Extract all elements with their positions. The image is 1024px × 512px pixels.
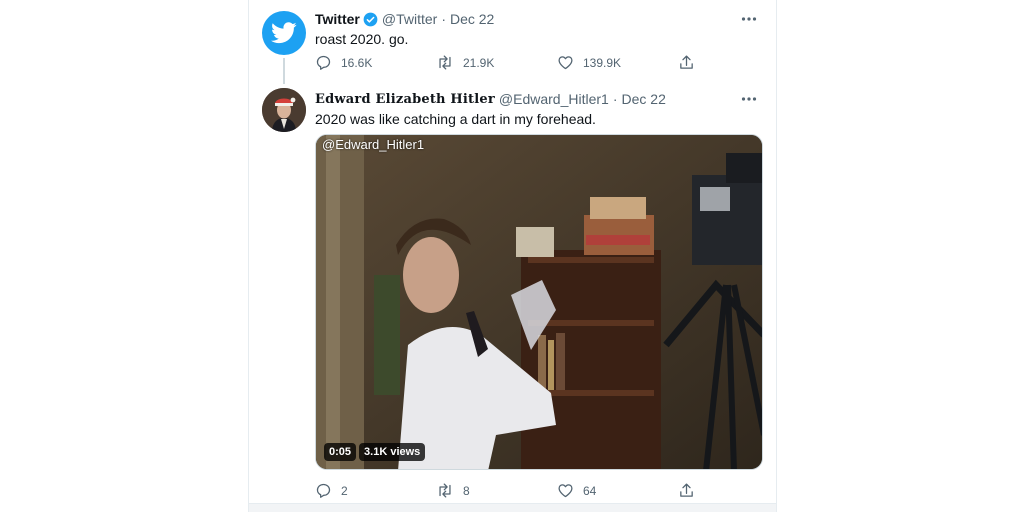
- retweet-button[interactable]: 21.9K: [436, 54, 557, 71]
- timeline-divider: [249, 503, 776, 512]
- video-frame: [316, 135, 762, 469]
- verified-badge-icon: [363, 12, 378, 27]
- retweet-count: 8: [463, 483, 470, 498]
- tweet-header: 𝐄𝐝𝐰𝐚𝐫𝐝 𝐄𝐥𝐢𝐳𝐚𝐛𝐞𝐭𝐡 𝐇𝐢𝐭𝐥𝐞𝐫 @Edward_Hitler1 …: [315, 90, 762, 108]
- share-icon: [680, 483, 693, 497]
- avatar[interactable]: [262, 11, 306, 55]
- tweet-actions: 2 8 64: [315, 482, 704, 499]
- retweet-count: 21.9K: [463, 55, 495, 70]
- reply-icon: [316, 55, 331, 70]
- share-button[interactable]: [678, 482, 704, 499]
- retweet-button[interactable]: 8: [436, 482, 557, 499]
- like-count: 139.9K: [583, 55, 622, 70]
- timeline: Twitter @Twitter · Dec 22 roast 2020. go…: [248, 0, 777, 512]
- tweet[interactable]: 𝐄𝐝𝐰𝐚𝐫𝐝 𝐄𝐥𝐢𝐳𝐚𝐛𝐞𝐭𝐡 𝐇𝐢𝐭𝐥𝐞𝐫 @Edward_Hitler1 …: [249, 84, 776, 503]
- like-count: 64: [583, 483, 597, 498]
- video-player[interactable]: @Edward_Hitler1 0:05 3.1K views: [315, 134, 763, 470]
- share-icon: [680, 55, 693, 69]
- video-duration: 0:05: [324, 443, 357, 461]
- twitter-bird-icon: [271, 22, 297, 44]
- tweet-text: roast 2020. go.: [315, 31, 409, 47]
- avatar[interactable]: [262, 88, 306, 132]
- reply-count: 16.6K: [341, 55, 373, 70]
- tweet-header: Twitter @Twitter · Dec 22: [315, 10, 762, 28]
- video-views: 3.1K views: [359, 443, 426, 461]
- like-button[interactable]: 139.9K: [557, 54, 678, 71]
- video-watermark: @Edward_Hitler1: [322, 137, 425, 152]
- like-button[interactable]: 64: [557, 482, 678, 499]
- more-icon[interactable]: [736, 90, 762, 108]
- avatar-photo: [262, 88, 306, 132]
- retweet-icon: [439, 483, 451, 498]
- user-handle[interactable]: @Edward_Hitler1: [499, 91, 609, 107]
- tweet[interactable]: Twitter @Twitter · Dec 22 roast 2020. go…: [249, 0, 776, 84]
- tweet-date[interactable]: Dec 22: [622, 91, 666, 107]
- reply-button[interactable]: 16.6K: [315, 54, 436, 71]
- more-icon[interactable]: [736, 10, 762, 28]
- like-icon: [558, 484, 573, 498]
- retweet-icon: [439, 55, 451, 70]
- like-icon: [558, 56, 573, 70]
- separator: ·: [441, 11, 446, 27]
- display-name[interactable]: Twitter: [315, 11, 360, 27]
- reply-icon: [316, 483, 331, 498]
- reply-count: 2: [341, 483, 348, 498]
- tweet-actions: 16.6K 21.9K 139.9K: [315, 54, 704, 71]
- video-badges: 0:05 3.1K views: [324, 443, 426, 461]
- reply-button[interactable]: 2: [315, 482, 436, 499]
- share-button[interactable]: [678, 54, 704, 71]
- tweet-date[interactable]: Dec 22: [450, 11, 494, 27]
- separator: ·: [612, 91, 618, 107]
- user-handle[interactable]: @Twitter: [382, 11, 437, 27]
- display-name[interactable]: 𝐄𝐝𝐰𝐚𝐫𝐝 𝐄𝐥𝐢𝐳𝐚𝐛𝐞𝐭𝐡 𝐇𝐢𝐭𝐥𝐞𝐫: [315, 92, 495, 107]
- tweet-text: 2020 was like catching a dart in my fore…: [315, 111, 596, 127]
- thread-connector: [283, 58, 285, 84]
